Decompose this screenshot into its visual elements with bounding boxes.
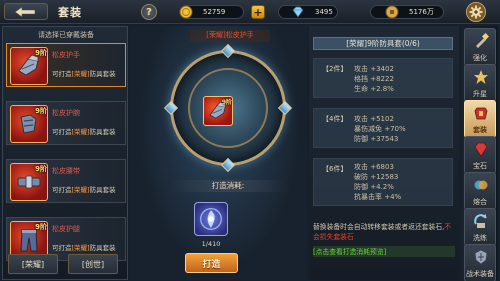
transfer-note: 替换装备时会自动转移套装或者返还套装石,不会损失套装石 [313, 223, 452, 241]
tab-label: 强化 [473, 54, 487, 62]
bonus-tag: 【2件】 [322, 65, 348, 73]
set-bonus-6: 【6件】 攻击 +6803 破防 +12583 防御 +4.2% 抗暴击率 +4… [313, 158, 453, 206]
equipment-name: 松皮护腿 [52, 225, 80, 233]
bonus-line: 防御 +4.2% [354, 183, 394, 191]
help-icon[interactable]: ? [141, 4, 157, 20]
suit-stone-icon[interactable] [194, 202, 228, 236]
bonus-line: 暴伤减免 +70% [354, 125, 406, 133]
diamond-value: 3495 [315, 8, 333, 16]
equipment-name: 松皮护腕 [52, 109, 80, 117]
bonus-line: 格挡 +8222 [354, 75, 394, 83]
settings-gear-icon[interactable] [466, 2, 486, 22]
star-upgrade-icon [474, 70, 488, 84]
bonus-line: 破防 +12583 [354, 173, 399, 181]
refine-icon [474, 214, 487, 228]
gold-resource: 52759 [179, 5, 244, 19]
fusion-icon [474, 180, 488, 190]
tier-badge: 9阶 [35, 223, 47, 231]
equipment-item-belt[interactable]: 9阶 松皮腰带 可打造[荣耀]防具套装 [6, 159, 126, 203]
tab-refine[interactable]: 洗练 [464, 208, 496, 246]
set-title: [荣耀]9阶防具套(0/6) [313, 37, 453, 50]
tab-fusion[interactable]: 熔合 [464, 172, 496, 210]
belt-icon: 9阶 [10, 163, 48, 201]
forge-cost-label: 打造消耗: [170, 180, 286, 192]
silver-value: 5176万 [409, 8, 434, 16]
tab-label: 宝石 [473, 162, 487, 170]
set-bonus-4: 【4件】 攻击 +5102 暴伤减免 +70% 防御 +37543 [313, 108, 453, 148]
equipment-item-bracers[interactable]: 9阶 松皮护腕 可打造[荣耀]防具套装 [6, 101, 126, 145]
selected-gloves-icon[interactable]: 9阶 [203, 96, 233, 126]
tab-suit[interactable]: 套装 [464, 100, 496, 138]
page-title: 套装 [58, 6, 82, 19]
equipment-item-gloves[interactable]: 9阶 松皮护手 可打造[荣耀]防具套装 [6, 43, 126, 87]
equipment-list-hint: 请选择已穿戴装备 [38, 31, 94, 39]
equipment-forge-hint: 可打造[荣耀]防具套装 [52, 128, 116, 136]
diamond-resource: 3495 [278, 5, 338, 19]
filter-rongyao-button[interactable]: [荣耀] [8, 254, 58, 274]
strengthen-icon [476, 33, 489, 48]
equipment-forge-hint: 可打造[荣耀]防具套装 [52, 244, 116, 252]
tab-label: 套装 [473, 126, 487, 134]
tab-label: 洗练 [473, 234, 487, 242]
filter-chuangshi-button[interactable]: [创世] [68, 254, 118, 274]
bonus-line: 攻击 +5102 [354, 115, 394, 123]
add-gold-plus-icon[interactable]: + [251, 5, 265, 19]
bonus-tag: 【6件】 [322, 165, 348, 173]
bonus-line: 生命 +2.8% [354, 85, 394, 93]
equipment-forge-hint: 可打造[荣耀]防具套装 [52, 70, 116, 78]
suit-icon [474, 107, 488, 120]
tab-gem[interactable]: 宝石 [464, 136, 496, 174]
bracers-icon: 9阶 [10, 105, 48, 143]
tier-badge: 9阶 [35, 165, 47, 173]
equipment-name: 松皮护手 [52, 51, 80, 59]
tab-label: 战术装备 [466, 270, 494, 278]
tier-badge: 9阶 [35, 49, 47, 57]
gloves-icon: 9阶 [10, 47, 48, 85]
tab-star-upgrade[interactable]: 升星 [464, 64, 496, 102]
back-button[interactable] [4, 3, 48, 20]
bonus-tag: 【4件】 [322, 115, 348, 123]
equipment-list-panel: 请选择已穿戴装备 9阶 松皮护手 可打造[荣耀]防具套装 9阶 松皮护腕 可打造… [2, 26, 128, 280]
bonus-line: 攻击 +6803 [354, 163, 394, 171]
tab-label: 升星 [473, 90, 487, 98]
equipment-forge-hint: 可打造[荣耀]防具套装 [52, 186, 116, 194]
selected-item-title: [荣耀]松皮护手 [190, 30, 270, 42]
back-arrow-icon [14, 5, 36, 18]
bonus-line: 防御 +37543 [354, 135, 399, 143]
gold-coin-icon [179, 5, 193, 19]
tier-badge: 9阶 [35, 107, 47, 115]
tab-tactical-gear[interactable]: 战术装备 [464, 244, 496, 281]
set-bonus-2: 【2件】 攻击 +3402 格挡 +8222 生命 +2.8% [313, 58, 453, 98]
silver-coin-icon [385, 5, 399, 19]
silver-resource: 5176万 [370, 5, 444, 19]
tab-strengthen[interactable]: 强化 [464, 28, 496, 66]
tab-label: 熔合 [473, 198, 487, 206]
diamond-icon [291, 5, 305, 19]
tactical-gear-icon [474, 249, 488, 265]
forge-cost-preview-link[interactable]: [点击查看打造消耗预览] [313, 246, 455, 257]
bonus-line: 攻击 +3402 [354, 65, 394, 73]
bonus-line: 抗暴击率 +4% [354, 193, 402, 201]
forge-button[interactable]: 打造 [185, 253, 238, 273]
equipment-name: 松皮腰带 [52, 167, 80, 175]
gold-value: 52759 [203, 8, 226, 16]
tier-badge: 9阶 [221, 99, 232, 106]
gem-icon [474, 142, 488, 157]
forge-cost-count: 1/410 [201, 240, 221, 248]
